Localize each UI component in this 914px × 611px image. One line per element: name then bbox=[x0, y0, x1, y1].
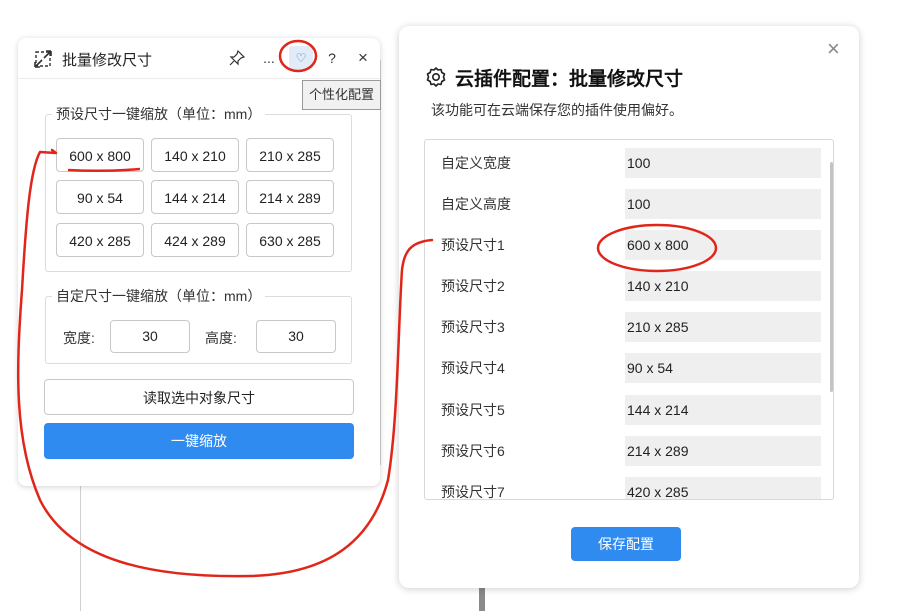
config-label: 预设尺寸2 bbox=[441, 278, 505, 294]
config-value-input[interactable]: 100 bbox=[625, 148, 821, 178]
resize-arrows-icon bbox=[34, 50, 52, 68]
preset-size-button[interactable]: 420 x 285 bbox=[56, 223, 144, 257]
config-label: 预设尺寸3 bbox=[441, 319, 505, 335]
preset-size-button[interactable]: 600 x 800 bbox=[56, 138, 144, 172]
config-row: 预设尺寸3 210 x 285 bbox=[425, 310, 825, 344]
config-value-input[interactable]: 600 x 800 bbox=[625, 230, 821, 260]
config-value-input[interactable]: 420 x 285 bbox=[625, 477, 821, 499]
config-value-input[interactable]: 210 x 285 bbox=[625, 312, 821, 342]
width-label: 宽度: bbox=[63, 330, 95, 346]
config-value-input[interactable]: 90 x 54 bbox=[625, 353, 821, 383]
config-row: 预设尺寸1 600 x 800 bbox=[425, 228, 825, 262]
config-label: 预设尺寸4 bbox=[441, 360, 505, 376]
width-input[interactable]: 30 bbox=[110, 320, 190, 353]
config-label: 预设尺寸6 bbox=[441, 443, 505, 459]
pin-button[interactable] bbox=[225, 46, 249, 70]
personalize-config-button[interactable]: ♡ bbox=[289, 46, 313, 70]
preset-size-button[interactable]: 140 x 210 bbox=[151, 138, 239, 172]
config-list[interactable]: 自定义宽度 100 自定义高度 100 预设尺寸1 600 x 800 预设尺寸… bbox=[424, 139, 834, 500]
config-row: 预设尺寸5 144 x 214 bbox=[425, 393, 825, 427]
one-click-scale-button[interactable]: 一键缩放 bbox=[44, 423, 354, 459]
save-config-button[interactable]: 保存配置 bbox=[571, 527, 681, 561]
config-list-scrollbar[interactable] bbox=[830, 162, 833, 392]
pin-icon bbox=[229, 49, 246, 66]
height-input[interactable]: 30 bbox=[256, 320, 336, 353]
config-row: 自定义高度 100 bbox=[425, 187, 825, 221]
dialog-subtitle: 该功能可在云端保存您的插件使用偏好。 bbox=[431, 102, 683, 118]
dialog-title: 云插件配置：批量修改尺寸 bbox=[455, 69, 684, 90]
panel-header: 批量修改尺寸 ... ♡ ? × bbox=[18, 38, 380, 79]
config-label: 预设尺寸7 bbox=[441, 484, 505, 500]
read-selected-size-button[interactable]: 读取选中对象尺寸 bbox=[44, 379, 354, 415]
background-scrollbar bbox=[479, 586, 485, 611]
preset-group-legend: 预设尺寸一键缩放（单位：mm） bbox=[56, 106, 262, 122]
preset-size-button[interactable]: 630 x 285 bbox=[246, 223, 334, 257]
config-label: 预设尺寸5 bbox=[441, 402, 505, 418]
background-window-edge bbox=[80, 486, 81, 611]
preset-size-button[interactable]: 144 x 214 bbox=[151, 180, 239, 214]
config-row: 预设尺寸7 420 x 285 bbox=[425, 475, 825, 500]
preset-size-button[interactable]: 90 x 54 bbox=[56, 180, 144, 214]
preset-size-button[interactable]: 424 x 289 bbox=[151, 223, 239, 257]
config-row: 预设尺寸6 214 x 289 bbox=[425, 434, 825, 468]
config-value-input[interactable]: 214 x 289 bbox=[625, 436, 821, 466]
custom-group-legend: 自定尺寸一键缩放（单位：mm） bbox=[56, 288, 262, 304]
config-row: 自定义宽度 100 bbox=[425, 146, 825, 180]
personalize-tooltip: 个性化配置 bbox=[302, 80, 382, 110]
config-label: 预设尺寸1 bbox=[441, 237, 505, 253]
heart-icon: ♡ bbox=[295, 51, 307, 65]
preset-size-button[interactable]: 214 x 289 bbox=[246, 180, 334, 214]
gear-icon bbox=[426, 67, 446, 87]
preset-size-button[interactable]: 210 x 285 bbox=[246, 138, 334, 172]
height-label: 高度: bbox=[205, 330, 237, 346]
cloud-config-dialog: × 云插件配置：批量修改尺寸 该功能可在云端保存您的插件使用偏好。 自定义宽度 … bbox=[399, 26, 859, 588]
config-row: 预设尺寸4 90 x 54 bbox=[425, 351, 825, 385]
panel-title: 批量修改尺寸 bbox=[62, 52, 153, 69]
background-window-edge bbox=[380, 60, 381, 465]
config-value-input[interactable]: 140 x 210 bbox=[625, 271, 821, 301]
help-button[interactable]: ? bbox=[320, 46, 344, 70]
config-label: 自定义宽度 bbox=[441, 155, 511, 171]
more-button[interactable]: ... bbox=[257, 46, 281, 70]
config-row: 预设尺寸2 140 x 210 bbox=[425, 269, 825, 303]
config-label: 自定义高度 bbox=[441, 196, 511, 212]
config-value-input[interactable]: 100 bbox=[625, 189, 821, 219]
config-value-input[interactable]: 144 x 214 bbox=[625, 395, 821, 425]
dialog-close-button[interactable]: × bbox=[827, 38, 840, 60]
close-button[interactable]: × bbox=[351, 46, 375, 70]
